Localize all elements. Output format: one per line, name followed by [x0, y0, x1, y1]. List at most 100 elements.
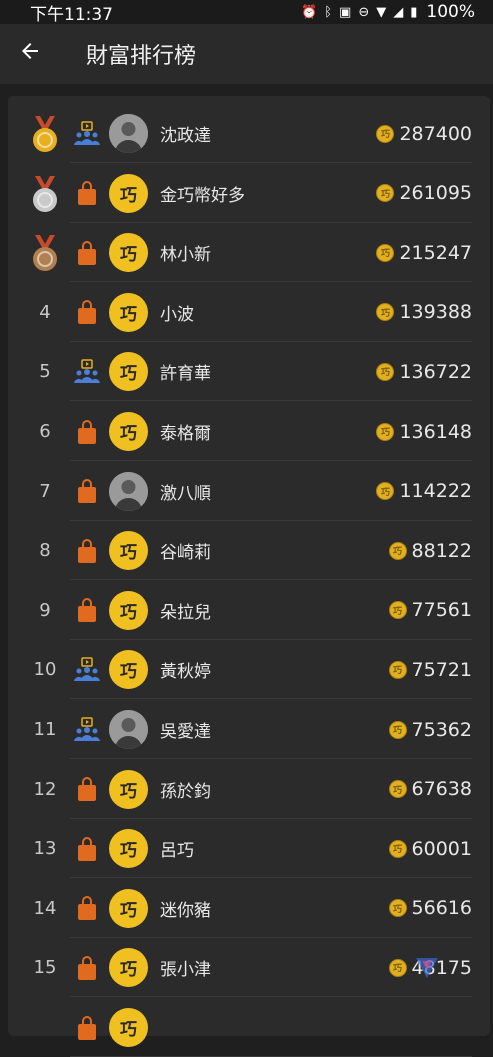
user-name: 朵拉兒: [160, 602, 211, 623]
page-title: 財富排行榜: [86, 44, 197, 69]
rank-number: 6: [39, 421, 51, 442]
leaderboard-row[interactable]: 巧金巧幣好多巧 261095: [8, 164, 490, 223]
avatar-photo[interactable]: [109, 471, 148, 511]
rank-number: 4: [39, 301, 51, 323]
coin-balance: 巧 261095: [376, 182, 472, 204]
leaderboard-row[interactable]: 9 巧朵拉兒巧 77561: [8, 581, 490, 640]
avatar-logo[interactable]: 巧: [109, 531, 148, 571]
user-name: 呂巧: [160, 841, 194, 862]
avatar-logo[interactable]: 巧: [109, 233, 148, 273]
coin-amount: 261095: [399, 182, 472, 205]
status-icons: ⏰ ᛒ ▣ ⊖ ▼ ◢ ▮ 100%: [301, 2, 475, 22]
user-name: 許育華: [160, 364, 211, 385]
coin-icon: 巧: [376, 422, 395, 441]
coin-amount: 114222: [399, 480, 472, 503]
leaderboard-row[interactable]: 10 巧黃秋婷巧 75721: [8, 640, 490, 700]
leaderboard-row[interactable]: 4 巧小波巧 139388: [8, 283, 490, 342]
rank-number: 15: [33, 957, 57, 979]
avatar-photo[interactable]: [109, 710, 148, 749]
shopping-bag-icon: [74, 538, 100, 564]
coin-amount: 75362: [411, 718, 472, 741]
coin-balance: 巧 77561: [388, 599, 472, 622]
shopping-bag-icon: [74, 419, 100, 445]
coin-balance: 巧 114222: [376, 480, 472, 502]
leaderboard-row[interactable]: 8 巧谷崎莉巧 88122: [8, 521, 490, 581]
back-arrow-icon[interactable]: [18, 39, 48, 70]
battery-percent: 100%: [426, 2, 475, 22]
coin-amount: 287400: [399, 122, 472, 145]
avatar-logo[interactable]: 巧: [109, 590, 148, 630]
coin-icon: 巧: [376, 482, 395, 501]
signal-icon: ◢: [393, 4, 404, 20]
leaderboard-row[interactable]: 巧林小新巧 215247: [8, 223, 490, 283]
avatar-logo[interactable]: 巧: [109, 352, 148, 392]
leaderboard-row[interactable]: 12 巧孫於鈞巧 67638: [8, 760, 490, 819]
vibrate-icon: ▣: [339, 4, 352, 20]
rank-number: 5: [39, 361, 51, 383]
coin-balance: 巧 88122: [388, 540, 472, 562]
broadcaster-icon: [74, 716, 100, 743]
avatar-logo[interactable]: 巧: [109, 948, 148, 988]
coin-amount: 136722: [399, 360, 472, 383]
avatar-logo[interactable]: 巧: [109, 173, 148, 213]
coin-icon: 巧: [388, 899, 407, 918]
coin-icon: 巧: [376, 303, 395, 322]
shopping-bag-icon: [74, 299, 100, 325]
broadcaster-icon: [74, 359, 100, 385]
user-name: 張小津: [160, 960, 211, 981]
user-name: 孫於鈞: [160, 781, 211, 802]
coin-balance: 巧 139388: [376, 301, 472, 323]
coin-icon: 巧: [388, 839, 407, 858]
leaderboard-row[interactable]: 13 巧呂巧巧 60001: [8, 819, 490, 879]
leaderboard-row[interactable]: 14 巧迷你豬巧 56616: [8, 879, 490, 938]
avatar-logo[interactable]: 巧: [109, 769, 148, 809]
user-name: 谷崎莉: [160, 543, 211, 564]
user-name: 林小新: [160, 245, 211, 266]
shopping-bag-icon: [74, 240, 100, 266]
coin-balance: 巧 287400: [376, 123, 472, 145]
leaderboard-row[interactable]: 7 激八順 巧 114222: [8, 462, 490, 521]
leaderboard-row[interactable]: 6 巧泰格爾巧 136148: [8, 402, 490, 461]
coin-amount: 56616: [411, 897, 472, 920]
coin-amount: 139388: [399, 301, 472, 324]
broadcaster-icon: [74, 120, 100, 147]
avatar-logo[interactable]: 巧: [109, 292, 148, 332]
user-name: 小波: [160, 304, 194, 325]
coin-balance: 巧 56616: [388, 897, 472, 920]
user-name: 沈政達: [160, 126, 211, 146]
leaderboard-row[interactable]: 5 巧許育華 巧 136722: [8, 342, 490, 402]
status-time: 下午11:37: [30, 4, 113, 25]
coin-amount: 67638: [411, 778, 472, 801]
coin-icon: 巧: [388, 720, 407, 739]
coin-icon: 巧: [376, 184, 395, 203]
leaderboard-row-partial[interactable]: 巧: [8, 998, 490, 1057]
rank-number: 14: [33, 897, 57, 919]
shopping-bag-icon: [74, 180, 100, 206]
user-name: 激八順: [160, 483, 211, 504]
rank-number: 12: [33, 778, 57, 800]
leaderboard-row[interactable]: 11 吳愛達 巧 75362: [8, 700, 490, 759]
avatar-logo[interactable]: 巧: [109, 412, 148, 451]
avatar-logo[interactable]: 巧: [109, 650, 148, 690]
user-name: 吳愛達: [160, 722, 211, 742]
broadcaster-icon: [74, 657, 100, 683]
avatar-photo[interactable]: [109, 114, 148, 153]
bluetooth-icon: ᛒ: [324, 4, 333, 20]
rank-number: 11: [33, 719, 57, 740]
wifi-icon: ▼: [376, 4, 387, 20]
leaderboard-row[interactable]: 沈政達 巧 287400: [8, 104, 490, 163]
avatar-logo[interactable]: 巧: [109, 1008, 148, 1047]
alarm-icon: ⏰: [301, 4, 318, 20]
shopping-bag-icon: [74, 1015, 100, 1041]
coin-amount: 77561: [411, 599, 472, 622]
avatar-logo[interactable]: 巧: [109, 888, 148, 928]
rank-number: 10: [33, 659, 57, 681]
coin-balance: 巧 136722: [376, 361, 472, 383]
user-name: 迷你豬: [160, 900, 211, 921]
shopping-bag-icon: [74, 776, 100, 802]
coin-balance: 巧 75721: [388, 659, 472, 681]
avatar-logo[interactable]: 巧: [109, 829, 148, 869]
coin-amount: 136148: [399, 420, 472, 443]
shopping-bag-icon: [74, 895, 100, 921]
gold-medal-icon: [30, 116, 60, 154]
